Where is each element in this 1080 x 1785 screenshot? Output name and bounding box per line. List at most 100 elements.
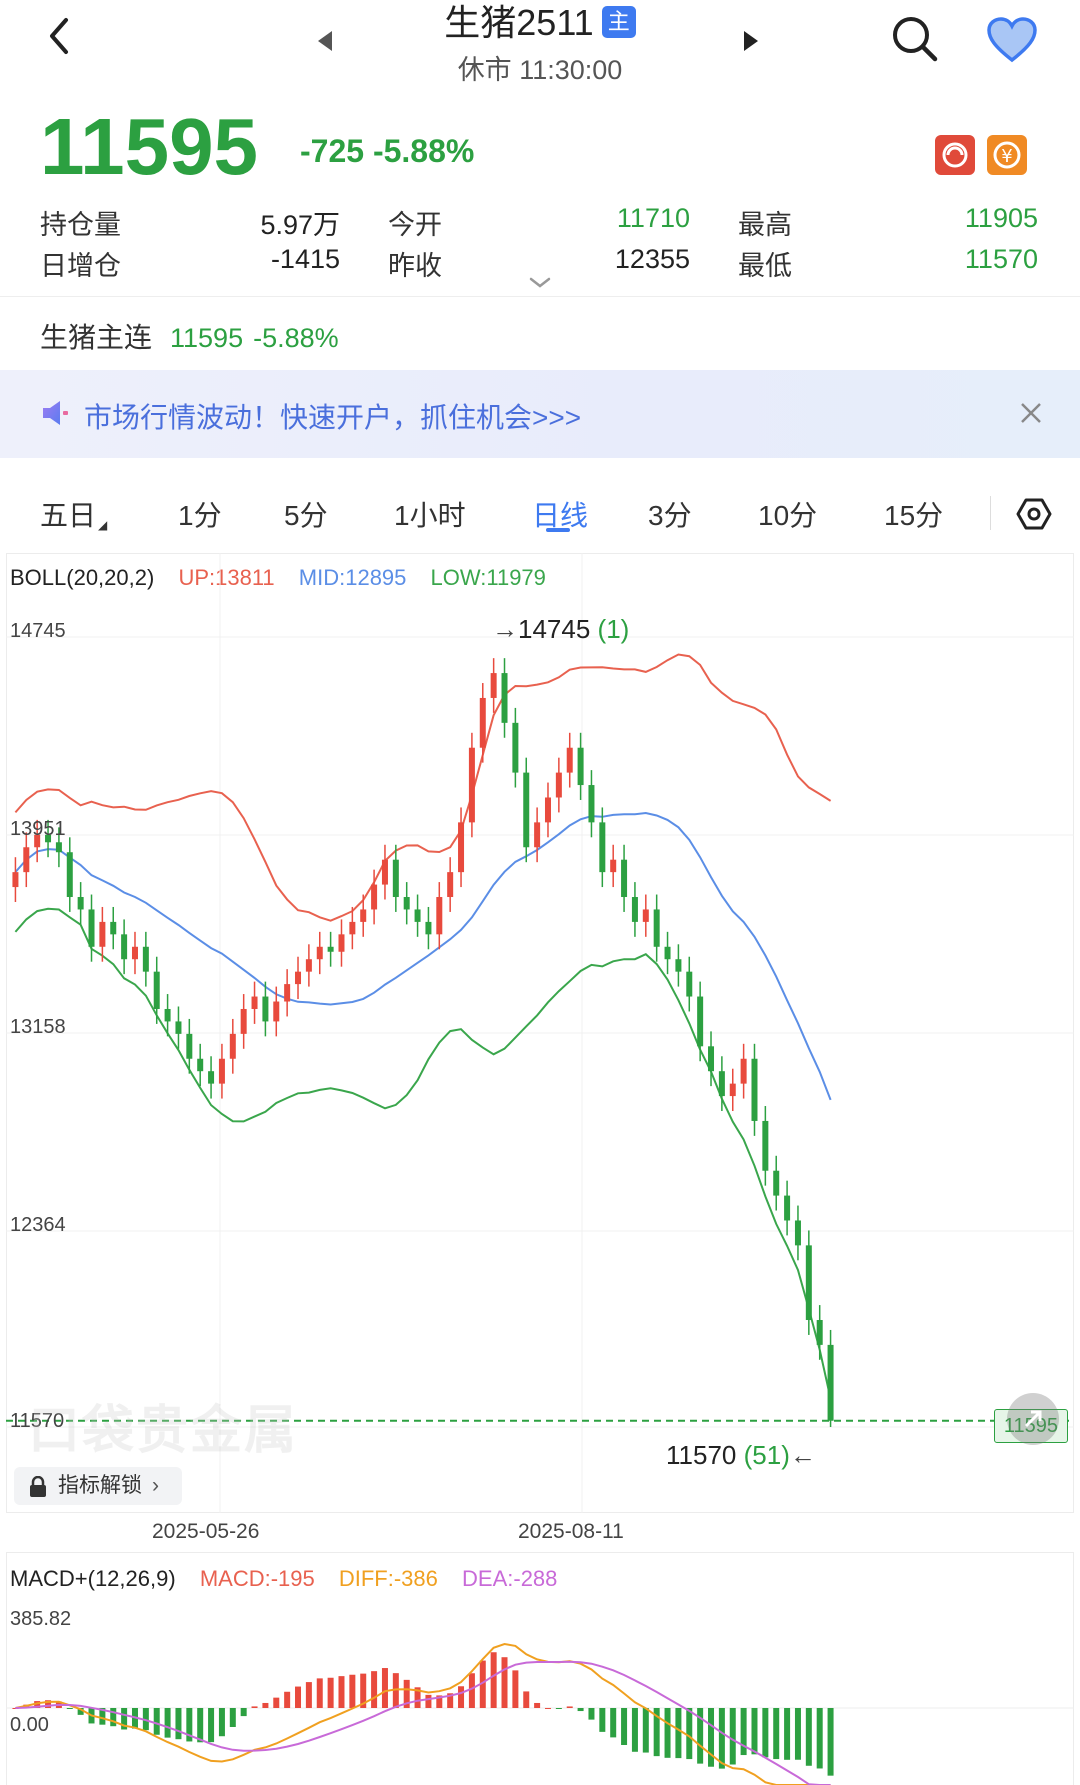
candle-body — [12, 872, 19, 888]
macd-bar — [338, 1676, 345, 1708]
candle-body — [99, 921, 106, 947]
candle-body — [251, 996, 258, 1009]
chevron-right-icon: › — [152, 1474, 159, 1497]
currency-exchange-icon[interactable]: ¥ — [986, 134, 1028, 176]
candle-body — [631, 897, 638, 922]
candle-body — [512, 722, 519, 773]
next-contract-icon[interactable] — [740, 28, 762, 54]
daily-oi-change-value: -1415 — [270, 244, 340, 274]
y-tick-2: 13951 — [10, 818, 66, 840]
macd-bar — [621, 1708, 628, 1746]
candle-body — [490, 673, 497, 698]
active-tab-indicator — [546, 528, 570, 532]
macd-bar — [773, 1708, 780, 1760]
candle-body — [381, 859, 388, 885]
broker-app-icon[interactable] — [934, 134, 976, 176]
macd-bar — [751, 1708, 758, 1755]
candle-body — [664, 946, 671, 960]
candle-body — [338, 934, 345, 952]
candle-body — [164, 1008, 171, 1022]
candle-body — [653, 909, 660, 947]
chart-settings-icon[interactable] — [1016, 496, 1052, 532]
macd-bar — [784, 1708, 791, 1760]
tab-five-day[interactable]: 五日 ◢ — [40, 494, 107, 534]
macd-bar — [523, 1691, 530, 1708]
boll-lower-line — [14, 907, 832, 1400]
watermark: 口袋贵金属 — [28, 1402, 299, 1460]
candle-body — [447, 872, 454, 898]
svg-text:¥: ¥ — [1001, 146, 1012, 167]
prev-close-value: 12355 — [614, 244, 690, 274]
macd-bar — [708, 1708, 715, 1767]
macd-bar — [197, 1708, 204, 1743]
candle-body — [458, 822, 465, 873]
macd-bar — [675, 1708, 682, 1759]
candle-body — [131, 946, 138, 960]
low-value-label: 11570 — [666, 1440, 737, 1470]
candle-body — [77, 897, 84, 910]
candle-body — [414, 909, 421, 922]
candle-body — [599, 822, 606, 873]
candle-body — [305, 959, 312, 972]
favorite-heart-icon[interactable] — [986, 16, 1038, 64]
macd-bar — [371, 1671, 378, 1708]
main-contract-badge: 主 — [601, 6, 636, 38]
open-interest-value: 5.97万 — [260, 210, 340, 240]
candle-body — [66, 852, 73, 898]
high-index: (1) — [597, 614, 630, 644]
macd-bar — [458, 1686, 465, 1708]
candle-body — [186, 1033, 193, 1059]
macd-bar — [251, 1706, 258, 1708]
high-value-label: 14745 — [518, 614, 591, 644]
candle-body — [555, 772, 562, 798]
tab-15min[interactable]: 15分 — [884, 494, 943, 534]
candle-body — [349, 921, 356, 935]
candle-body — [588, 785, 595, 823]
candle-body — [142, 946, 149, 972]
candle-body — [697, 996, 704, 1047]
candle-body — [577, 747, 584, 786]
low-label: 最低 — [738, 251, 792, 281]
tab-1hour[interactable]: 1小时 — [394, 494, 466, 534]
macd-bar — [66, 1708, 73, 1709]
tab-1min[interactable]: 1分 — [178, 494, 222, 534]
contract-name: 生猪2511 — [444, 2, 594, 43]
expand-chart-icon[interactable] — [1006, 1392, 1060, 1446]
candle-body — [327, 946, 334, 952]
candle-body — [240, 1008, 247, 1034]
candle-body — [534, 822, 541, 848]
tab-5min[interactable]: 5分 — [284, 494, 328, 534]
close-icon[interactable] — [1018, 400, 1044, 426]
candle-body — [436, 897, 443, 935]
macd-bar — [316, 1678, 323, 1708]
candle-body — [686, 971, 693, 997]
macd-bar — [381, 1668, 388, 1708]
macd-bar — [490, 1652, 497, 1708]
candle-body — [642, 909, 649, 922]
macd-bar — [718, 1708, 725, 1769]
candle-body — [827, 1344, 834, 1421]
candle-body — [610, 859, 617, 873]
tab-10min[interactable]: 10分 — [758, 494, 817, 534]
expand-chevron-icon[interactable] — [528, 276, 552, 290]
candle-body — [273, 1001, 280, 1022]
macd-bar — [305, 1682, 312, 1708]
caret-down-icon: ◢ — [98, 518, 108, 532]
candle-body — [284, 984, 291, 1002]
macd-bar — [577, 1708, 584, 1712]
macd-bar — [729, 1708, 736, 1765]
macd-bar — [555, 1708, 562, 1709]
candlestick-chart[interactable] — [6, 553, 1074, 1513]
main-continuous-row[interactable]: 生猪主连 11595 -5.88% — [40, 316, 339, 356]
change-value: -725 — [300, 133, 365, 169]
tab-3min[interactable]: 3分 — [648, 494, 692, 534]
main-continuous-label: 生猪主连 — [40, 322, 153, 353]
search-icon[interactable] — [890, 14, 940, 64]
high-annotation: →14745 (1) — [492, 614, 629, 645]
macd-bar — [164, 1708, 171, 1738]
macd-bar — [295, 1686, 302, 1708]
date-tick-1: 2025-05-26 — [152, 1520, 260, 1543]
candle-body — [566, 747, 573, 773]
low-annotation: 11570 (51)← — [666, 1440, 816, 1471]
promo-banner-text[interactable]: 市场行情波动！快速开户，抓住机会>>> — [84, 396, 581, 436]
